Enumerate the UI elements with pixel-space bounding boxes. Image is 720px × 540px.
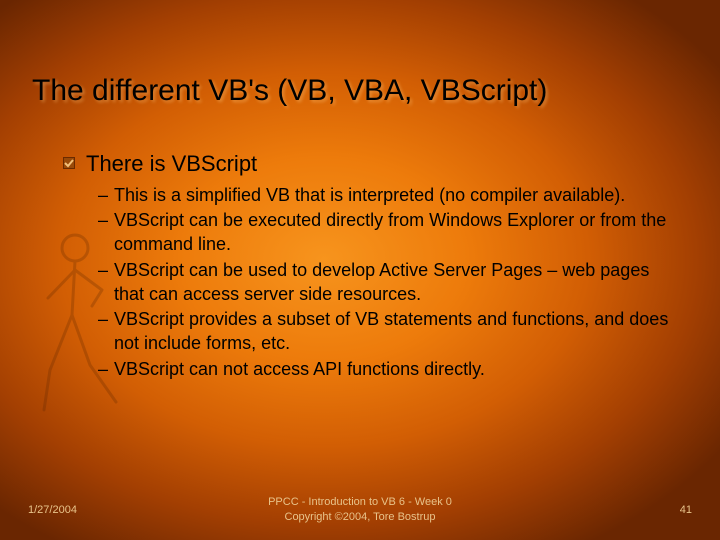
dash-icon: – [98, 184, 114, 207]
sub-bullet-text: VBScript provides a subset of VB stateme… [114, 308, 672, 356]
sub-bullet-text: VBScript can be executed directly from W… [114, 209, 672, 257]
sub-bullet: – VBScript provides a subset of VB state… [98, 308, 672, 356]
footer-center: PPCC - Introduction to VB 6 - Week 0 Cop… [0, 495, 720, 524]
bullet-level1-text: There is VBScript [86, 150, 257, 178]
slide: The different VB's (VB, VBA, VBScript) T… [0, 0, 720, 540]
dash-icon: – [98, 209, 114, 232]
sub-bullet: – VBScript can not access API functions … [98, 358, 672, 382]
slide-footer: 1/27/2004 PPCC - Introduction to VB 6 - … [0, 492, 720, 524]
dash-icon: – [98, 358, 114, 381]
bullet-level1: There is VBScript [62, 150, 672, 178]
dash-icon: – [98, 259, 114, 282]
bullet-square-icon [62, 156, 76, 170]
sub-bullet-text: This is a simplified VB that is interpre… [114, 184, 625, 208]
sub-bullet: – This is a simplified VB that is interp… [98, 184, 672, 208]
sub-bullet: – VBScript can be executed directly from… [98, 209, 672, 257]
footer-line1: PPCC - Introduction to VB 6 - Week 0 [0, 495, 720, 509]
slide-body: There is VBScript – This is a simplified… [62, 150, 672, 384]
dash-icon: – [98, 308, 114, 331]
sublist: – This is a simplified VB that is interp… [98, 184, 672, 382]
sub-bullet: – VBScript can be used to develop Active… [98, 259, 672, 307]
footer-line2: Copyright ©2004, Tore Bostrup [0, 510, 720, 524]
sub-bullet-text: VBScript can not access API functions di… [114, 358, 485, 382]
footer-page-number: 41 [680, 504, 692, 516]
slide-title: The different VB's (VB, VBA, VBScript) [32, 74, 688, 108]
sub-bullet-text: VBScript can be used to develop Active S… [114, 259, 672, 307]
